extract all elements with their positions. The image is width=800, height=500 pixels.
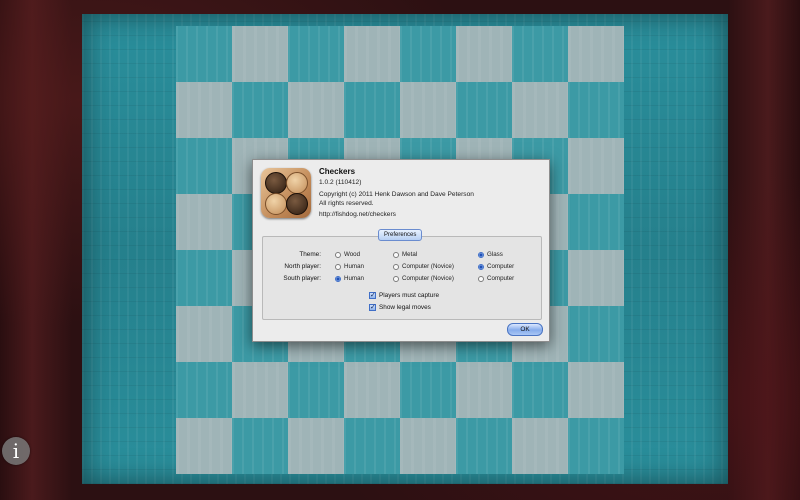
board-square[interactable]: [568, 82, 624, 138]
radio-metal-indicator: [393, 251, 399, 258]
north-computer-novice-radio[interactable]: Computer (Novice): [393, 263, 454, 270]
app-name: Checkers: [319, 167, 356, 176]
board-square[interactable]: [568, 306, 624, 362]
radio-label: Computer (Novice): [402, 263, 454, 270]
theme-label: Theme:: [299, 251, 321, 258]
board-square[interactable]: [232, 362, 288, 418]
radio-north-novice-indicator: [393, 263, 399, 270]
south-computer-radio[interactable]: Computer: [478, 275, 514, 282]
dark-piece-icon: [265, 172, 287, 194]
copyright-text: Copyright (c) 2011 Henk Dawson and Dave …: [319, 191, 474, 198]
radio-north-computer-indicator: [478, 263, 484, 270]
board-square[interactable]: [344, 26, 400, 82]
board-square[interactable]: [568, 418, 624, 474]
board-square[interactable]: [400, 82, 456, 138]
radio-label: Computer: [487, 275, 515, 282]
board-square[interactable]: [176, 418, 232, 474]
preferences-panel: Theme: Wood Metal Glass North player: Hu…: [262, 236, 542, 320]
board-square[interactable]: [344, 418, 400, 474]
radio-south-computer-indicator: [478, 275, 484, 282]
board-square[interactable]: [288, 26, 344, 82]
dark-piece-icon: [286, 193, 308, 215]
app-version: 1.0.2 (110412): [319, 179, 362, 186]
north-computer-radio[interactable]: Computer: [478, 263, 514, 270]
board-square[interactable]: [344, 362, 400, 418]
board-square[interactable]: [176, 362, 232, 418]
radio-label: Human: [344, 263, 364, 270]
south-human-radio[interactable]: Human: [335, 275, 364, 282]
board-square[interactable]: [288, 418, 344, 474]
board-square[interactable]: [568, 194, 624, 250]
theme-glass-radio[interactable]: Glass: [478, 251, 503, 258]
show-legal-moves-checkbox[interactable]: ✓ Show legal moves: [369, 304, 431, 311]
radio-label: Glass: [487, 251, 503, 258]
board-square[interactable]: [400, 418, 456, 474]
board-square[interactable]: [232, 82, 288, 138]
about-dialog: Checkers 1.0.2 (110412) Copyright (c) 20…: [252, 159, 550, 342]
board-square[interactable]: [400, 26, 456, 82]
board-square[interactable]: [512, 26, 568, 82]
board-square[interactable]: [512, 82, 568, 138]
radio-label: Computer: [487, 263, 515, 270]
theme-metal-radio[interactable]: Metal: [393, 251, 417, 258]
board-square[interactable]: [568, 138, 624, 194]
radio-label: Human: [344, 275, 364, 282]
radio-north-human-indicator: [335, 263, 341, 270]
radio-wood-indicator: [335, 251, 341, 258]
north-human-radio[interactable]: Human: [335, 263, 364, 270]
board-square[interactable]: [176, 26, 232, 82]
light-piece-icon: [265, 193, 287, 215]
board-square[interactable]: [232, 418, 288, 474]
north-player-label: North player:: [284, 263, 321, 270]
board-square[interactable]: [288, 362, 344, 418]
radio-south-novice-indicator: [393, 275, 399, 282]
radio-south-human-indicator: [335, 275, 341, 282]
board-square[interactable]: [176, 306, 232, 362]
board-square[interactable]: [176, 82, 232, 138]
checkmark-icon: ✓: [369, 304, 376, 311]
board-square[interactable]: [176, 138, 232, 194]
checkers-app-icon: [261, 168, 311, 218]
info-icon[interactable]: i: [2, 437, 30, 465]
light-piece-icon: [286, 172, 308, 194]
board-square[interactable]: [568, 250, 624, 306]
south-player-label: South player:: [283, 275, 321, 282]
theme-wood-radio[interactable]: Wood: [335, 251, 360, 258]
board-square[interactable]: [512, 418, 568, 474]
board-square[interactable]: [176, 194, 232, 250]
players-must-capture-checkbox[interactable]: ✓ Players must capture: [369, 292, 439, 299]
ok-button[interactable]: OK: [507, 323, 543, 336]
board-square[interactable]: [568, 362, 624, 418]
board-square[interactable]: [176, 250, 232, 306]
checkbox-label: Players must capture: [379, 292, 440, 299]
board-square[interactable]: [512, 362, 568, 418]
board-square[interactable]: [400, 362, 456, 418]
radio-label: Wood: [344, 251, 361, 258]
radio-glass-indicator: [478, 251, 484, 258]
board-square[interactable]: [344, 82, 400, 138]
board-square[interactable]: [456, 362, 512, 418]
board-square[interactable]: [288, 82, 344, 138]
board-square[interactable]: [456, 418, 512, 474]
preferences-tab[interactable]: Preferences: [378, 229, 423, 241]
board-square[interactable]: [456, 82, 512, 138]
rights-text: All rights reserved.: [319, 200, 374, 207]
checkbox-label: Show legal moves: [379, 304, 431, 311]
board-square[interactable]: [456, 26, 512, 82]
board-square[interactable]: [568, 26, 624, 82]
south-computer-novice-radio[interactable]: Computer (Novice): [393, 275, 454, 282]
board-square[interactable]: [232, 26, 288, 82]
radio-label: Computer (Novice): [402, 275, 454, 282]
radio-label: Metal: [402, 251, 418, 258]
website-link[interactable]: http://fishdog.net/checkers: [319, 211, 396, 218]
checkmark-icon: ✓: [369, 292, 376, 299]
